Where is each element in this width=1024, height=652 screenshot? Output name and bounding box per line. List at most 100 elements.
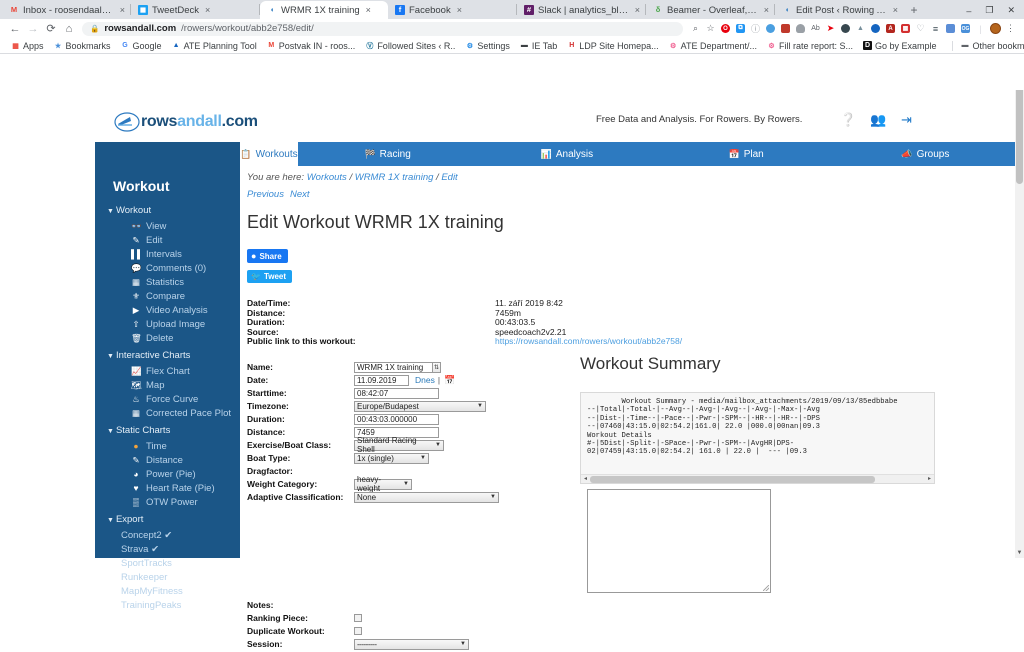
maximize-icon[interactable]: ❐ [985,5,993,16]
breadcrumb-edit[interactable]: Edit [441,172,457,183]
sidebar-item-view[interactable]: 👓 View [95,219,240,233]
sidebar-item-statistics[interactable]: ▦ Statistics [95,275,240,289]
facebook-share-button[interactable]: ● Share [247,249,288,263]
grid-extension-icon[interactable]: ▦ [898,21,913,36]
sidebar-item-runkeeper[interactable]: Runkeeper [95,570,240,584]
scroll-down-arrow[interactable]: ▼ [1015,549,1024,558]
bookmark-star-icon[interactable]: ☆ [703,21,718,36]
sidebar-item-strava[interactable]: Strava ✔ [95,542,240,556]
logout-icon[interactable]: ⇥ [901,112,912,128]
browser-tab[interactable]: f Facebook × [388,1,516,19]
starttime-input[interactable]: 08:42:07 [354,387,439,399]
reload-button[interactable]: ⟳ [42,22,60,35]
sidebar-item-concept2[interactable]: Concept2 ✔ [95,528,240,542]
window-close-icon[interactable]: ✕ [1007,5,1015,16]
tab-close-icon[interactable]: × [764,5,769,15]
summary-horizontal-scrollbar[interactable]: ◂ ▸ [581,474,934,483]
address-bar[interactable]: 🔒 rowsandall.com/rowers/workout/abb2e758… [82,21,683,36]
stack-extension-icon[interactable]: ≡ [928,21,943,36]
profile-avatar[interactable] [988,21,1003,36]
new-tab-button[interactable]: + [903,1,923,19]
notes-textarea[interactable] [587,489,771,593]
session-select[interactable]: --------- ▼ [354,638,469,650]
bookmark-ie-tab[interactable]: ▬ IE Tab [515,41,562,51]
bookmark-go-by-example[interactable]: D Go by Example [858,41,942,51]
browser-tab-active[interactable]: ◖ WRMR 1X training × [260,1,388,19]
weight-category-select[interactable]: heavy-weight ▼ [354,475,412,493]
pin-extension-icon[interactable]: ➤ [823,21,838,36]
sidebar-item-map[interactable]: 🗺 Map [95,378,240,392]
sidebar-item-sporttracks[interactable]: SportTracks [95,556,240,570]
group-icon[interactable]: 👥 [870,112,886,128]
browser-tab[interactable]: M Inbox - roosendaalsander@g × [2,1,130,19]
bookmark-followed-sites[interactable]: Ⓥ Followed Sites ‹ R.. [360,41,460,51]
grammar-extension-icon[interactable]: Ab [808,21,823,36]
tab-close-icon[interactable]: × [893,5,898,15]
tab-close-icon[interactable]: × [120,5,125,15]
tab-plan[interactable]: 📅 Plan [657,142,836,166]
tab-close-icon[interactable]: × [457,5,462,15]
tab-analysis[interactable]: 📊 Analysis [477,142,656,166]
sidebar-item-corrected-pace-plot[interactable]: ▦ Corrected Pace Plot [95,406,240,420]
sidebar-item-distance[interactable]: ✎ Distance [95,453,240,467]
toolbox-extension-icon[interactable] [778,21,793,36]
site-logo[interactable]: rowsandall.com [114,112,258,132]
sidebar-item-power-pie[interactable]: ◕ Power (Pie) [95,467,240,481]
today-link[interactable]: Dnes [415,375,435,385]
browser-tab[interactable]: ◖ Edit Post ‹ Rowing Analytics × [775,1,903,19]
bookmark-ldp-site[interactable]: H LDP Site Homepa... [562,41,663,51]
breadcrumb-workout-name[interactable]: WRMR 1X training [355,172,434,183]
sidebar-group-export[interactable]: ▼ Export [95,509,240,528]
adaptive-select[interactable]: None ▼ [354,491,499,503]
previous-link[interactable]: Previous [247,189,284,200]
sidebar-item-intervals[interactable]: ▌▌ Intervals [95,247,240,261]
name-spinner-icon[interactable]: ⇅ [433,361,441,373]
date-input[interactable]: 11.09.2019 [354,374,409,386]
next-link[interactable]: Next [290,189,310,200]
pocket-extension-icon[interactable] [943,21,958,36]
sidebar-item-upload-image[interactable]: ⇧ Upload Image [95,317,240,331]
scroll-left-arrow[interactable]: ◂ [581,475,590,483]
tab-workouts[interactable]: 📋 Workouts [240,142,298,166]
sidebar-item-otw-power[interactable]: ▒ OTW Power [95,495,240,509]
sidebar-item-compare[interactable]: ⚜ Compare [95,289,240,303]
bookmark-settings[interactable]: ⚙ Settings [460,41,515,51]
bookmark-google[interactable]: G Google [116,41,167,51]
help-icon[interactable]: ❔ [840,112,856,128]
tabs-extension-icon[interactable]: ⧉ [733,21,748,36]
sidebar-item-comments[interactable]: 💬 Comments (0) [95,261,240,275]
scroll-right-arrow[interactable]: ▸ [925,475,934,483]
duplicate-workout-checkbox[interactable] [354,627,362,636]
sidebar-group-static-charts[interactable]: ▼ Static Charts [95,420,240,439]
sidebar-item-delete[interactable]: 🗑 Delete [95,331,240,345]
sidebar-item-trainingpeaks[interactable]: TrainingPeaks [95,598,240,612]
page-scrollbar[interactable]: ▲ ▼ [1015,54,1024,558]
browser-tab[interactable]: δ Beamer - Overleaf, Online LaT × [646,1,774,19]
sidebar-item-time[interactable]: ● Time [95,439,240,453]
chrome-menu-icon[interactable]: ⋮ [1003,21,1018,36]
globe-extension-icon[interactable] [868,21,883,36]
home-button[interactable]: ⌂ [60,23,78,35]
shield-extension-icon[interactable]: ♡ [913,21,928,36]
bookmark-postvak-in[interactable]: M Postvak IN - roos... [262,41,361,51]
tab-groups[interactable]: 📣 Groups [836,142,1015,166]
clock-extension-icon[interactable] [838,21,853,36]
acrobat-extension-icon[interactable]: A [883,21,898,36]
sidebar-item-heart-rate-pie[interactable]: ♥ Heart Rate (Pie) [95,481,240,495]
sidebar-group-workout[interactable]: ▼ Workout [95,200,240,219]
timezone-select[interactable]: Europe/Budapest ▼ [354,400,486,412]
name-input[interactable]: WRMR 1X training [354,361,433,373]
boat-class-select[interactable]: Standard Racing Shell ▼ [354,436,444,454]
bookmark-fill-rate-report[interactable]: ⚙ Fill rate report: S... [762,41,858,51]
zoom-icon[interactable]: ⌕ [688,21,703,36]
breadcrumb-workouts[interactable]: Workouts [307,172,347,183]
summary-scroll-thumb[interactable] [590,476,875,483]
sidebar-item-edit[interactable]: ✎ Edit [95,233,240,247]
tab-close-icon[interactable]: × [635,5,640,15]
info-extension-icon[interactable]: ⓘ [748,21,763,36]
bookmark-ate-department[interactable]: ⚙ ATE Department/... [664,41,762,51]
ranking-piece-checkbox[interactable] [354,614,362,623]
bookmark-apps[interactable]: ▦ Apps [6,41,49,51]
tab-racing[interactable]: 🏁 Racing [298,142,477,166]
browser-tab[interactable]: # Slack | analytics_blog | rows × [517,1,645,19]
